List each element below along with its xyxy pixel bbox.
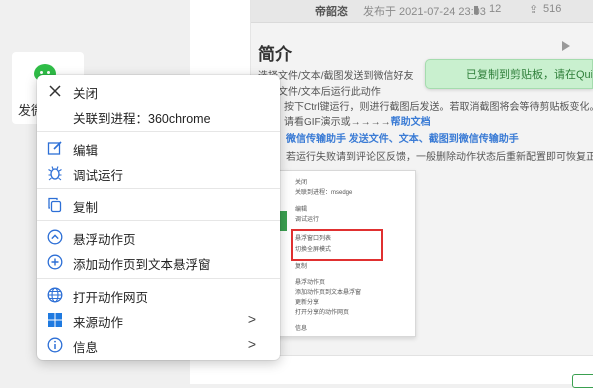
menu-item-label: 复制: [73, 201, 99, 215]
menu-item-open-action-page[interactable]: 打开动作网页: [37, 283, 280, 307]
intro-line: 微信传输助手 发送文件、文本、截图到微信传输助手: [286, 134, 519, 145]
demo-menu-row: 打开分享的动作网页: [295, 310, 350, 316]
publish-time: 发布于 2021-07-24 23:03: [363, 6, 486, 18]
menu-divider: [37, 131, 280, 132]
intro-line: 选择文件/文本/截图发送到微信好友: [258, 71, 414, 82]
intro-line: 请看GIF演示或→→→→帮助文档: [284, 113, 431, 128]
menu-item-label: 关闭: [73, 87, 99, 101]
edit-icon: [47, 140, 63, 156]
like-count: 12: [489, 3, 502, 15]
menu-divider: [37, 188, 280, 189]
menu-item-copy[interactable]: 复制: [37, 193, 280, 217]
copied-toast: 已复制到剪贴板，请在Quic: [425, 59, 593, 89]
menu-item-add-to-text-float[interactable]: 添加动作页到文本悬浮窗: [37, 250, 280, 274]
demo-menu-row: 悬浮动作页: [295, 280, 326, 286]
menu-item-edit[interactable]: 编辑: [37, 136, 280, 160]
demo-menu-row: 调试运行: [295, 217, 320, 223]
demo-menu-row: 信息: [295, 326, 308, 332]
close-icon: [47, 83, 63, 99]
help-doc-link[interactable]: 帮助文档: [391, 117, 431, 128]
menu-divider: [37, 278, 280, 279]
author-name[interactable]: 帝韶恣: [315, 3, 348, 19]
menu-item-label: 打开动作网页: [73, 291, 149, 305]
chevron-right-icon: >: [247, 336, 256, 352]
demo-screenshot: 关闭 关联到进程：msedge 编辑 调试运行 悬浮窗口列表 切换全屏模式 复制…: [273, 170, 416, 337]
menu-item-label: 来源动作: [73, 316, 124, 330]
info-icon: [47, 337, 63, 353]
menu-item-label: 悬浮动作页: [73, 233, 136, 247]
play-icon[interactable]: [562, 41, 570, 51]
windows-icon: [47, 312, 63, 328]
menu-item-label: 信息: [73, 341, 99, 355]
bug-icon: [47, 165, 63, 181]
plus-circle-icon: [47, 254, 63, 270]
intro-line: 按下Ctrl键运行，则进行截图后发送。若取消截图将会等待剪贴板变化。若有: [284, 102, 593, 113]
demo-highlight-box: [291, 229, 383, 261]
intro-line: 若运行失败请到评论区反馈，一般删除动作状态后重新配置即可恢复正常: [286, 152, 593, 163]
chevron-right-icon: >: [247, 311, 256, 327]
bottom-action-button[interactable]: [572, 374, 593, 388]
demo-menu-row: 添加动作页到文本悬浮窗: [295, 290, 362, 296]
menu-item-close[interactable]: 关闭: [37, 79, 280, 103]
menu-item-debug-run[interactable]: 调试运行: [37, 161, 280, 185]
intro-line: 文件/文本后运行此动作: [278, 87, 381, 98]
menu-item-label: 关联到进程：360chrome: [73, 112, 211, 126]
intro-title: 简介: [258, 45, 292, 64]
chevron-up-circle-icon: [47, 229, 63, 245]
menu-item-info[interactable]: 信息 >: [37, 333, 280, 357]
menu-item-label: 编辑: [73, 144, 99, 158]
demo-menu-row: 关联到进程：msedge: [295, 190, 353, 196]
copy-icon: [47, 197, 63, 213]
action-meta-bar: 帝韶恣 发布于 2021-07-24 23:03 ▮ 12 ⇪ 516: [251, 0, 593, 23]
share-count: 516: [543, 3, 562, 15]
menu-item-float-action-page[interactable]: 悬浮动作页: [37, 225, 280, 249]
menu-item-source-action[interactable]: 来源动作 >: [37, 308, 280, 332]
menu-item-label: 添加动作页到文本悬浮窗: [73, 258, 211, 272]
menu-divider: [37, 220, 280, 221]
intro-line-text: 请看GIF演示或→→→→: [284, 117, 391, 128]
demo-menu-row: 关闭: [295, 180, 308, 186]
demo-menu-row: 更新分享: [295, 300, 320, 306]
menu-item-associate-process[interactable]: 关联到进程：360chrome: [37, 104, 280, 128]
globe-icon: [47, 287, 63, 303]
menu-item-label: 调试运行: [73, 169, 124, 183]
share-icon[interactable]: ⇪: [529, 3, 538, 16]
demo-menu-row: 编辑: [295, 207, 308, 213]
demo-menu-row: 复制: [295, 264, 308, 270]
like-icon[interactable]: ▮: [473, 3, 479, 16]
context-menu: 关闭 关联到进程：360chrome 编辑 调试运行 复制 悬浮动作页 添加动作…: [37, 75, 280, 360]
